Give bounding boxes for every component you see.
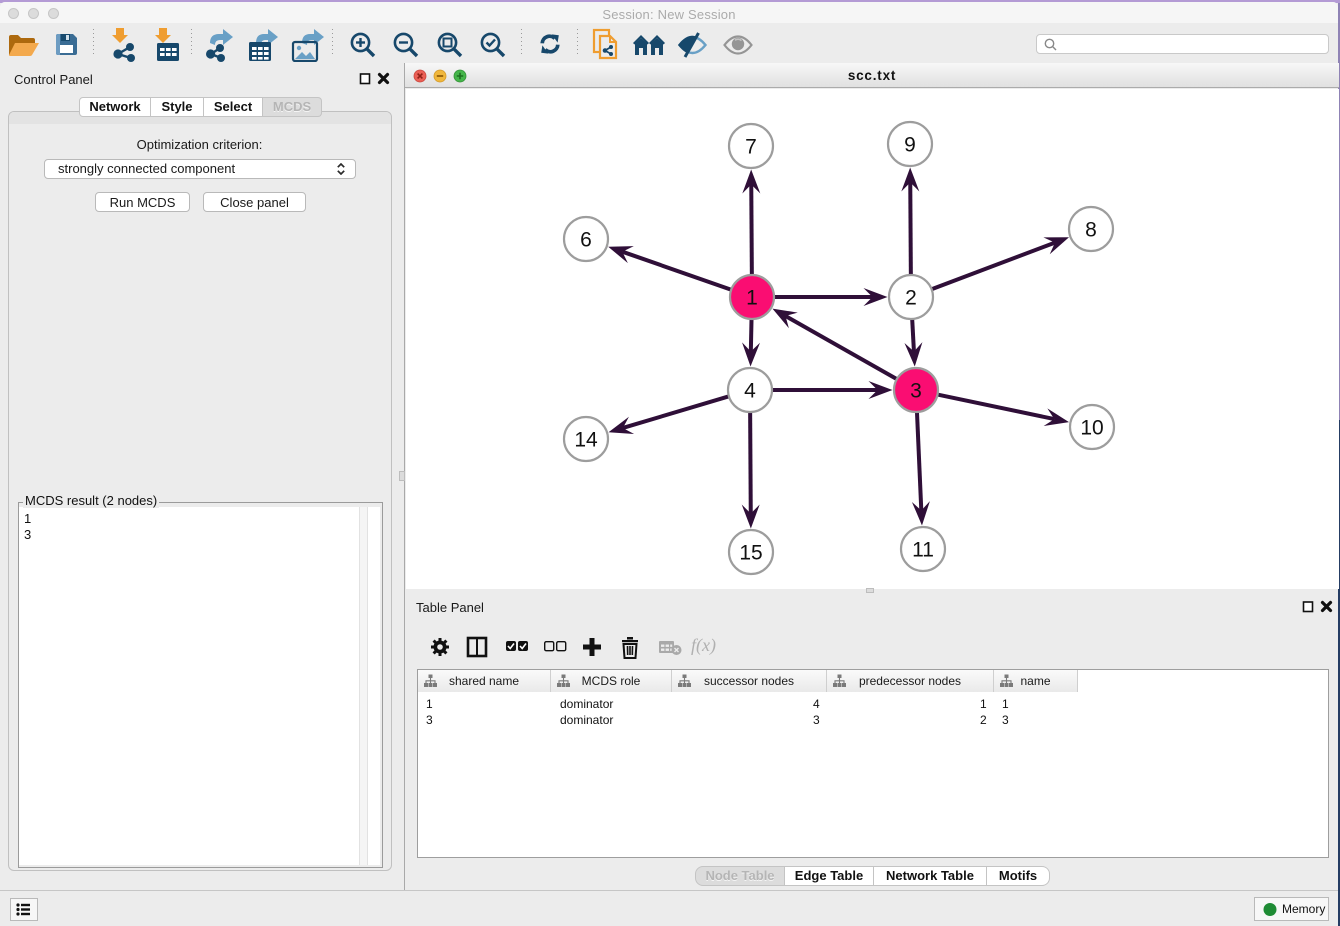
svg-text:1: 1 [746,287,758,310]
svg-text:4: 4 [744,380,756,403]
svg-text:8: 8 [1085,219,1097,242]
svg-text:3: 3 [910,380,922,403]
svg-text:6: 6 [580,229,592,252]
svg-text:9: 9 [904,134,916,157]
svg-text:15: 15 [739,542,762,565]
svg-text:2: 2 [905,287,917,310]
svg-text:11: 11 [912,539,934,562]
svg-text:10: 10 [1080,417,1103,440]
svg-text:7: 7 [745,136,757,159]
svg-text:14: 14 [574,429,598,452]
svg-text:f(x): f(x) [691,635,716,656]
